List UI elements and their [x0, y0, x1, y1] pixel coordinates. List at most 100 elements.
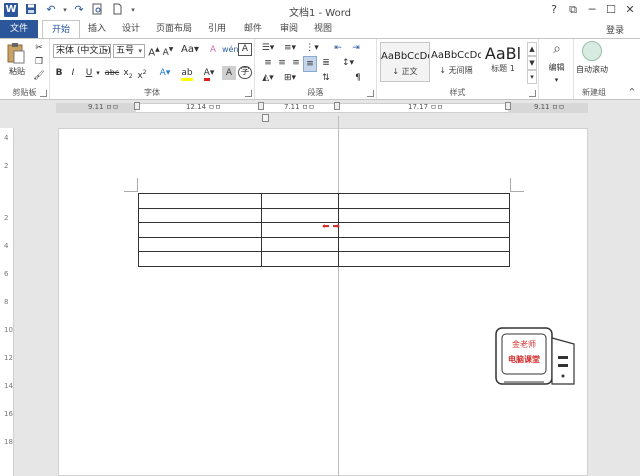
table-cell[interactable] [261, 251, 339, 267]
close-button[interactable]: ✕ [621, 2, 639, 17]
text-effects-icon[interactable]: A▾ [156, 66, 174, 80]
highlight-icon[interactable]: ab [178, 66, 196, 81]
table-cell[interactable] [261, 193, 339, 209]
shading-icon[interactable]: ◭▾ [259, 71, 277, 85]
grow-font-icon[interactable]: A▲ [148, 43, 160, 60]
tab-mailings[interactable]: 邮件 [238, 20, 268, 38]
font-size-combo[interactable]: 五号 ▾ [113, 44, 145, 58]
horizontal-ruler[interactable]: 9.11 ㅁㅁ 12.14 ㅁㅁ 7.11 ㅁㅁ 17.17 ㅁㅁ 9.11 ㅁ… [0, 101, 640, 115]
minimize-button[interactable]: ─ [583, 2, 601, 17]
ruler-label: 9.11 ㅁㅁ [88, 103, 119, 111]
tab-page-layout[interactable]: 页面布局 [152, 20, 196, 38]
ruler-tick: 8 [4, 298, 9, 306]
tab-view[interactable]: 视图 [308, 20, 338, 38]
tab-references[interactable]: 引用 [202, 20, 232, 38]
styles-group: AaBbCcDd ↓ 正文 AaBbCcDd ↓ 无间隔 AaBl 标题 1 ▲… [377, 39, 539, 99]
sort-icon[interactable]: ⇅ [317, 71, 335, 85]
table-cell[interactable] [338, 236, 510, 252]
font-color-icon[interactable]: A▾ [200, 66, 218, 81]
table-cell[interactable] [338, 207, 510, 223]
chevron-down-icon[interactable]: ▾ [539, 73, 574, 87]
style-no-spacing-name: ↓ 无间隔 [439, 66, 473, 75]
character-shading-icon[interactable]: A [222, 66, 236, 80]
auto-scroll-button[interactable]: 自动滚动 [574, 63, 610, 77]
margin-corner-mark [124, 178, 138, 192]
justify-icon[interactable]: ≡ [303, 56, 317, 72]
underline-dropdown-icon[interactable]: ▾ [94, 66, 102, 80]
borders-icon[interactable]: ⊞▾ [281, 71, 299, 85]
tab-review[interactable]: 审阅 [274, 20, 304, 38]
change-case-icon[interactable]: Aa▾ [180, 43, 200, 57]
table-cell[interactable] [261, 207, 339, 223]
table-cell[interactable] [138, 222, 262, 238]
tab-home[interactable]: 开始 [42, 20, 80, 39]
font-name-combo[interactable]: 宋体 (中文正) ▾ [53, 44, 111, 58]
table-cell[interactable] [338, 222, 510, 238]
table-cell[interactable] [138, 193, 262, 209]
tab-insert[interactable]: 插入 [82, 20, 112, 38]
subscript-icon[interactable]: x2 [122, 66, 134, 84]
hanging-indent-icon[interactable] [262, 114, 269, 122]
styles-scroll-down-icon[interactable]: ▼ [527, 56, 537, 70]
shrink-font-icon[interactable]: A▼ [162, 43, 174, 60]
title-bar: W ↶ ▾ ↷ ▾ 文档1 - Word ? ⧉ ─ ☐ ✕ [0, 0, 640, 20]
ruler-tick: 18 [4, 438, 13, 446]
help-button[interactable]: ? [545, 2, 563, 17]
table-cell[interactable] [338, 193, 510, 209]
numbering-icon[interactable]: ≡▾ [281, 41, 299, 55]
login-link[interactable]: 登录 [606, 23, 624, 36]
column-marker-icon[interactable] [258, 102, 264, 110]
strikethrough-icon[interactable]: abc [104, 66, 120, 80]
style-normal[interactable]: AaBbCcDd ↓ 正文 [380, 42, 430, 82]
tab-design[interactable]: 设计 [116, 20, 146, 38]
copy-icon[interactable]: ❐ [32, 55, 46, 69]
collapse-ribbon-icon[interactable]: ^ [628, 85, 636, 99]
table-cell[interactable] [138, 207, 262, 223]
ribbon-display-options-button[interactable]: ⧉ [564, 2, 582, 17]
auto-scroll-icon[interactable] [582, 41, 602, 61]
clear-formatting-icon[interactable]: A [206, 43, 220, 57]
table-cell[interactable] [138, 236, 262, 252]
new-group-label: 新建组 [582, 88, 606, 97]
table-cell[interactable] [261, 236, 339, 252]
format-painter-icon[interactable]: 🖌 [32, 69, 46, 83]
multilevel-list-icon[interactable]: ⋮▾ [303, 41, 321, 55]
ruler-tick: 16 [4, 410, 13, 418]
maximize-button[interactable]: ☐ [602, 2, 620, 17]
table-cell[interactable] [338, 251, 510, 267]
vertical-ruler[interactable]: 4 2 2 4 6 8 10 12 14 16 18 [0, 128, 14, 476]
font-launcher-icon[interactable] [245, 90, 252, 97]
cut-icon[interactable]: ✂ [32, 41, 46, 55]
distributed-icon[interactable]: ≣ [319, 56, 333, 70]
styles-launcher-icon[interactable] [529, 90, 536, 97]
resize-column-cursor-icon: ⬅➡ [322, 222, 344, 232]
clipboard-launcher-icon[interactable] [40, 90, 47, 97]
binoculars-icon[interactable]: ⌕ [547, 42, 567, 56]
align-left-icon[interactable]: ≡ [261, 56, 275, 70]
column-marker-icon[interactable] [134, 102, 140, 110]
column-marker-icon[interactable] [505, 102, 511, 110]
style-heading-1[interactable]: AaBl 标题 1 [481, 42, 525, 82]
style-heading-1-name: 标题 1 [491, 64, 515, 73]
editing-group: ⌕ 编辑 ▾ [539, 39, 574, 99]
enclosed-character-icon[interactable]: 字 [238, 66, 252, 79]
tab-file[interactable]: 文件 [0, 20, 38, 38]
show-hide-marks-icon[interactable]: ¶ [351, 71, 365, 85]
decrease-indent-icon[interactable]: ⇤ [331, 41, 345, 55]
bold-icon[interactable]: B [54, 66, 64, 80]
italic-icon[interactable]: I [68, 66, 78, 80]
phonetic-guide-icon[interactable]: wén [222, 43, 239, 57]
align-center-icon[interactable]: ≡ [275, 56, 289, 70]
bullets-icon[interactable]: ☰▾ [259, 41, 277, 55]
increase-indent-icon[interactable]: ⇥ [349, 41, 363, 55]
table-cell[interactable] [138, 251, 262, 267]
enclose-characters-icon[interactable]: A [238, 43, 252, 56]
styles-scroll-up-icon[interactable]: ▲ [527, 42, 537, 56]
style-no-spacing[interactable]: AaBbCcDd ↓ 无间隔 [431, 42, 481, 82]
superscript-icon[interactable]: x2 [136, 66, 148, 83]
styles-more-icon[interactable]: ▾ [527, 70, 537, 84]
align-right-icon[interactable]: ≡ [289, 56, 303, 70]
paragraph-launcher-icon[interactable] [367, 90, 374, 97]
column-marker-icon[interactable] [334, 102, 340, 110]
line-spacing-icon[interactable]: ↕▾ [339, 56, 357, 70]
